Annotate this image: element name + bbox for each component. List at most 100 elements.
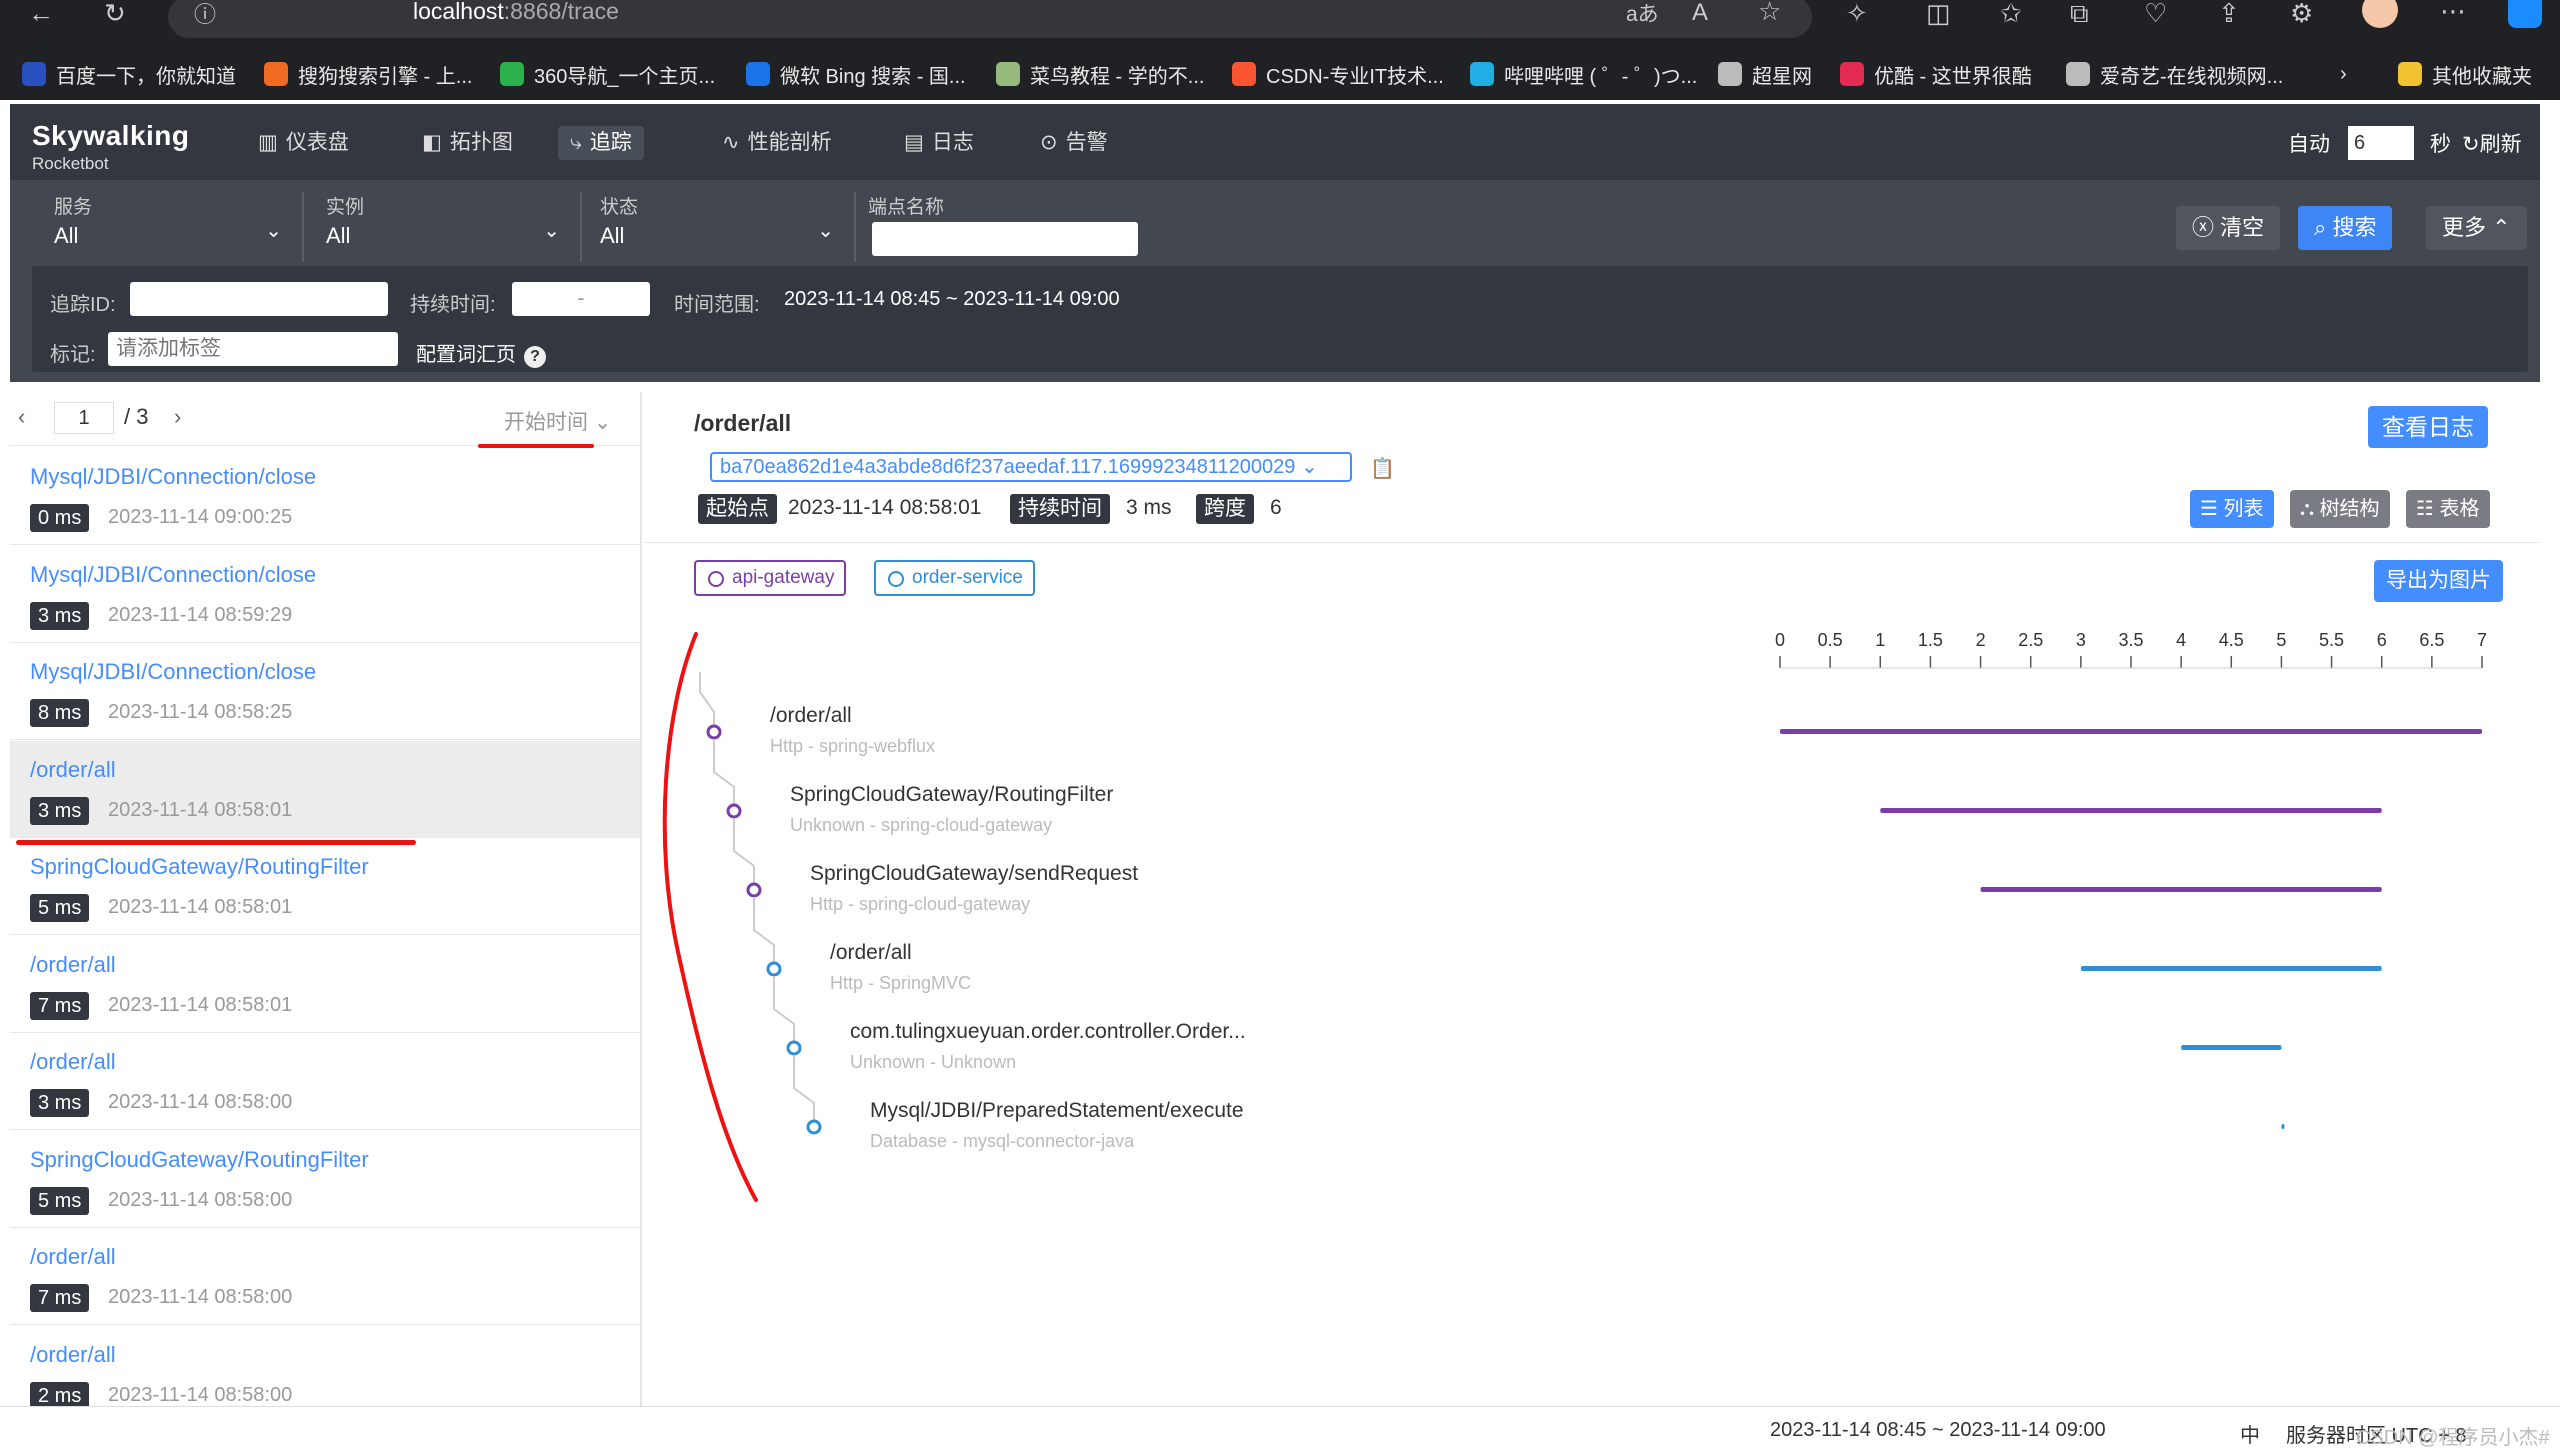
profile-chart-icon: ∿ xyxy=(722,131,740,154)
span-name[interactable]: SpringCloudGateway/RoutingFilter xyxy=(790,783,1113,806)
bookmarks-overflow-icon[interactable]: › xyxy=(2340,58,2347,90)
favorites-icon[interactable]: ✩ xyxy=(2000,0,2022,28)
nav-trace[interactable]: ⤷ 追踪 xyxy=(558,126,644,160)
table-view-button[interactable]: ☷ 表格 xyxy=(2406,490,2490,528)
trace-id-select[interactable]: ba70ea862d1e4a3abde8d6f237aeedaf.117.169… xyxy=(710,452,1352,482)
search-button[interactable]: ⌕ 搜索 xyxy=(2298,206,2393,250)
span-name[interactable]: SpringCloudGateway/sendRequest xyxy=(810,862,1138,885)
browser-essentials-icon[interactable]: ⚙ xyxy=(2290,0,2313,28)
sort-select[interactable]: 开始时间 ⌄ xyxy=(504,406,611,436)
split-screen-icon[interactable]: ◫ xyxy=(1926,0,1951,28)
health-icon[interactable]: ♡ xyxy=(2144,0,2167,28)
span-node[interactable] xyxy=(726,803,742,819)
page-number-input[interactable] xyxy=(54,402,114,434)
list-view-button[interactable]: ☰ 列表 xyxy=(2190,490,2274,528)
bookmark-item[interactable]: 爱奇艺-在线视频网... xyxy=(2066,58,2283,90)
duration-range-input[interactable]: - xyxy=(512,282,650,316)
skywalking-logo[interactable]: Skywalking Rocketbot xyxy=(32,120,190,174)
bookmark-item[interactable]: 优酷 - 这世界很酷 xyxy=(1840,58,2032,90)
nav-alarm[interactable]: ⊙ 告警 xyxy=(1028,126,1120,160)
bookmark-item[interactable]: 哔哩哔哩 ( ゜- ゜)つ... xyxy=(1470,58,1697,90)
span-node[interactable] xyxy=(766,961,782,977)
more-menu-icon[interactable]: ⋯ xyxy=(2440,0,2466,26)
list-icon: ☰ xyxy=(2200,498,2218,520)
trace-list-item[interactable]: /order/all 7 ms 2023-11-14 08:58:01 xyxy=(10,936,640,1033)
extensions-icon[interactable]: ✧ xyxy=(1846,0,1868,28)
reload-icon[interactable]: ↻ xyxy=(104,0,126,28)
time-range-value[interactable]: 2023-11-14 08:45 ~ 2023-11-14 09:00 xyxy=(784,288,1120,311)
span-name[interactable]: /order/all xyxy=(830,941,912,964)
refresh-button[interactable]: ↻刷新 xyxy=(2462,128,2522,158)
span-node[interactable] xyxy=(746,882,762,898)
nav-profile[interactable]: ∿ 性能剖析 xyxy=(710,126,844,160)
span-name[interactable]: com.tulingxueyuan.order.controller.Order… xyxy=(850,1020,1246,1043)
service-select[interactable]: 服务 All ⌄ xyxy=(54,192,304,262)
trace-start-time: 2023-11-14 08:58:00 xyxy=(108,1286,293,1308)
trace-list-item[interactable]: Mysql/JDBI/Connection/close 0 ms 2023-11-1… xyxy=(10,448,640,545)
axis-tick-label: 1 xyxy=(1875,630,1885,650)
trace-title: /order/all xyxy=(694,410,792,436)
bookmark-item[interactable]: CSDN-专业IT技术... xyxy=(1232,58,1444,90)
trace-list-item[interactable]: /order/all 7 ms 2023-11-14 08:58:00 xyxy=(10,1228,640,1325)
span-duration-bar[interactable] xyxy=(1880,808,2382,813)
nav-topology[interactable]: ◧ 拓扑图 xyxy=(410,126,525,160)
span-duration-bar[interactable] xyxy=(1980,887,2382,892)
trace-list-item[interactable]: /order/all 3 ms 2023-11-14 08:58:00 xyxy=(10,1033,640,1130)
span-duration-bar[interactable] xyxy=(2181,1045,2282,1050)
clear-button[interactable]: ⓧ 清空 xyxy=(2176,206,2281,250)
profile-avatar[interactable] xyxy=(2362,0,2398,28)
export-image-button[interactable]: 导出为图片 xyxy=(2374,560,2503,602)
auto-refresh-interval-input[interactable] xyxy=(2348,126,2414,160)
trace-list-item[interactable]: SpringCloudGateway/RoutingFilter 5 ms 2023… xyxy=(10,838,640,935)
trace-list-item[interactable]: SpringCloudGateway/RoutingFilter 5 ms 2023… xyxy=(10,1131,640,1228)
tree-view-button[interactable]: ⛬ 树结构 xyxy=(2290,490,2390,528)
back-icon[interactable]: ← xyxy=(28,0,54,28)
more-button[interactable]: 更多 ⌃ xyxy=(2426,206,2527,250)
nav-logs[interactable]: ▤ 日志 xyxy=(892,126,986,160)
read-aloud-icon[interactable]: aあ xyxy=(1626,0,1659,30)
span-node[interactable] xyxy=(786,1040,802,1056)
span-name[interactable]: /order/all xyxy=(770,704,852,727)
copy-icon[interactable]: 📋 xyxy=(1370,456,1395,481)
span-duration-bar[interactable] xyxy=(1780,729,2482,734)
span-name[interactable]: Mysql/JDBI/PreparedStatement/execute xyxy=(870,1099,1244,1122)
trace-id-input[interactable] xyxy=(130,282,388,316)
bookmark-item[interactable]: 菜鸟教程 - 学的不... xyxy=(996,58,1204,90)
immersive-reader-icon[interactable]: A xyxy=(1692,0,1708,28)
info-icon[interactable]: ⓘ xyxy=(194,0,216,30)
span-duration-bar[interactable] xyxy=(2281,1124,2285,1129)
tags-input[interactable] xyxy=(108,332,398,366)
endpoint-name-input[interactable] xyxy=(872,222,1138,256)
address-bar[interactable]: ⓘ localhost:8868/trace aあ A ☆ xyxy=(168,0,1812,38)
copilot-icon[interactable] xyxy=(2508,0,2542,28)
span-duration-bar[interactable] xyxy=(2080,966,2382,971)
vocabulary-config-link[interactable]: 配置词汇页? xyxy=(416,338,546,368)
span-node[interactable] xyxy=(806,1119,822,1135)
bookmark-item[interactable]: 百度一下，你就知道 xyxy=(22,58,236,90)
trace-list-item[interactable]: /order/all 2 ms 2023-11-14 08:58:00 xyxy=(10,1326,640,1406)
bookmark-item[interactable]: 微软 Bing 搜索 - 国... xyxy=(746,58,966,90)
trace-list-item[interactable]: Mysql/JDBI/Connection/close 8 ms 2023-11-1… xyxy=(10,643,640,740)
chevron-down-icon: ⌄ xyxy=(265,220,282,242)
collections-icon[interactable]: ⧉ xyxy=(2070,0,2089,28)
bookmark-item[interactable]: 超星网 xyxy=(1718,58,1812,90)
prev-page-icon[interactable]: ‹ xyxy=(18,404,25,430)
bookmark-item[interactable]: 搜狗搜索引擎 - 上... xyxy=(264,58,472,90)
share-icon[interactable]: ⇪ xyxy=(2218,0,2240,28)
instance-select[interactable]: 实例 All ⌄ xyxy=(326,192,582,262)
bookmark-item[interactable]: 360导航_一个主页... xyxy=(500,58,715,90)
trace-start-time: 2023-11-14 08:58:01 xyxy=(108,993,293,1016)
span-node[interactable] xyxy=(706,724,722,740)
status-select[interactable]: 状态 All ⌄ xyxy=(600,192,856,262)
service-legend-order-service[interactable]: order-service xyxy=(874,560,1035,596)
view-logs-button[interactable]: 查看日志 xyxy=(2368,406,2488,448)
trace-list-item[interactable]: /order/all 3 ms 2023-11-14 08:58:01 xyxy=(10,740,640,838)
trace-id-label: 追踪ID: xyxy=(50,294,116,316)
favorite-star-icon[interactable]: ☆ xyxy=(1758,0,1781,26)
service-legend-api-gateway[interactable]: api-gateway xyxy=(694,560,847,596)
trace-list-item[interactable]: Mysql/JDBI/Connection/close 3 ms 2023-11-1… xyxy=(10,546,640,643)
nav-dashboard[interactable]: ▥ 仪表盘 xyxy=(246,126,361,160)
next-page-icon[interactable]: › xyxy=(174,404,181,430)
language-toggle[interactable]: 中 xyxy=(2240,1419,2260,1448)
bookmark-item[interactable]: 其他收藏夹 xyxy=(2398,58,2532,90)
